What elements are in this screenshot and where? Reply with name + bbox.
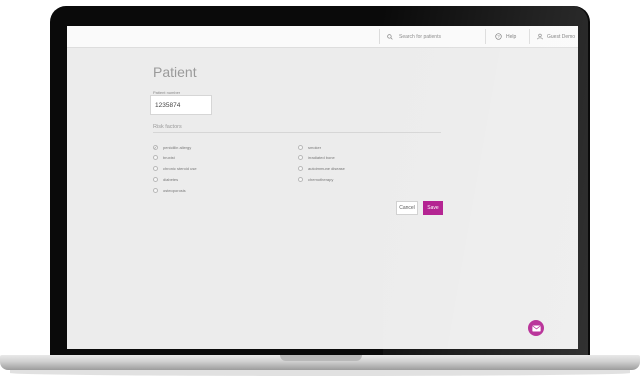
checkbox-label: autoimmune disease <box>308 166 345 171</box>
user-icon <box>537 33 543 40</box>
help-label: Help <box>506 33 517 40</box>
top-bar: Search for patients ? Help Guest Demo <box>67 26 578 48</box>
checkbox-control[interactable]: ✓ <box>153 145 158 150</box>
checkbox-autoimmune-disease[interactable]: autoimmune disease <box>298 166 345 171</box>
patient-number-input[interactable] <box>150 95 212 115</box>
divider <box>379 29 380 44</box>
checkbox-control[interactable] <box>298 155 303 160</box>
save-button[interactable]: Save <box>423 201 443 215</box>
page-title: Patient <box>153 64 197 80</box>
message-button[interactable] <box>528 320 544 336</box>
checkbox-osteoporosis[interactable]: osteoporosis <box>153 188 186 193</box>
checkbox-control[interactable] <box>153 155 158 160</box>
search-icon <box>387 33 393 40</box>
svg-text:?: ? <box>497 34 500 39</box>
checkbox-bruxist[interactable]: bruxist <box>153 155 175 160</box>
search-bar[interactable]: Search for patients <box>387 26 441 47</box>
app-screen: Search for patients ? Help Guest Demo Pa… <box>67 26 578 349</box>
user-label: Guest Demo <box>547 33 576 40</box>
checkbox-chronic-steroid-use[interactable]: chronic steroid use <box>153 166 197 171</box>
help-button[interactable]: ? Help <box>495 26 516 47</box>
checkbox-smoker[interactable]: smoker <box>298 145 321 150</box>
checkbox-penicillin-allergy[interactable]: ✓ penicillin allergy <box>153 145 191 150</box>
checkbox-label: bruxist <box>163 155 175 160</box>
risk-factors-title: Risk factors <box>153 124 182 130</box>
laptop-shadow <box>10 370 630 376</box>
divider <box>529 29 530 44</box>
checkbox-control[interactable] <box>298 177 303 182</box>
help-icon: ? <box>495 33 502 40</box>
checkbox-irradiated-bone[interactable]: irradiated bone <box>298 155 335 160</box>
cancel-button[interactable]: Cancel <box>396 201 418 215</box>
checkbox-label: osteoporosis <box>163 188 186 193</box>
user-menu[interactable]: Guest Demo <box>537 26 575 47</box>
checkbox-label: irradiated bone <box>308 155 335 160</box>
checkbox-control[interactable] <box>153 166 158 171</box>
laptop-notch <box>280 355 362 361</box>
divider <box>485 29 486 44</box>
checkbox-label: penicillin allergy <box>163 145 192 150</box>
checkbox-control[interactable] <box>298 145 303 150</box>
divider <box>153 132 441 133</box>
checkbox-chemotherapy[interactable]: chemotherapy <box>298 177 333 182</box>
checkbox-label: smoker <box>308 145 322 150</box>
checkbox-label: chemotherapy <box>308 177 334 182</box>
checkbox-control[interactable] <box>153 177 158 182</box>
message-icon <box>531 325 541 331</box>
check-icon: ✓ <box>153 144 158 150</box>
checkbox-diabetes[interactable]: diabetes <box>153 177 178 182</box>
checkbox-control[interactable] <box>153 188 158 193</box>
checkbox-label: chronic steroid use <box>163 166 197 171</box>
search-placeholder: Search for patients <box>399 33 441 40</box>
checkbox-control[interactable] <box>298 166 303 171</box>
checkbox-label: diabetes <box>163 177 179 182</box>
